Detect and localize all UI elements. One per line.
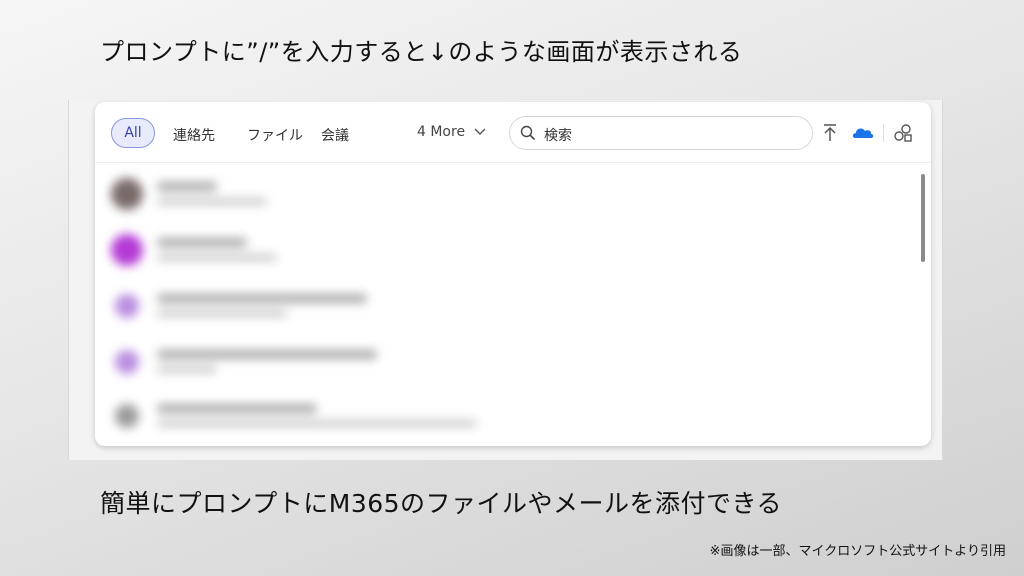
blurred-title [157,350,377,359]
scrollbar-thumb[interactable] [921,174,925,262]
upload-icon[interactable] [819,122,841,144]
filter-tab-files[interactable]: ファイル [247,125,303,145]
filter-bar: All 連絡先 ファイル 会議 4 More 検索 [95,102,931,163]
list-item[interactable] [107,340,867,386]
results-list [95,164,931,446]
avatar [111,234,143,266]
chevron-down-icon [474,128,486,135]
filter-chip-all[interactable]: All [111,118,155,148]
blurred-subtitle [157,198,267,205]
blurred-title [157,404,317,413]
slide-subline: 簡単にプロンプトにM365のファイルやメールを添付できる [100,489,783,518]
list-item[interactable] [107,394,867,440]
filter-tab-contacts[interactable]: 連絡先 [173,125,215,145]
avatar [115,350,139,374]
more-filters-button[interactable]: 4 More [417,124,486,140]
blurred-subtitle [157,366,217,373]
link-sharing-icon[interactable] [892,122,914,144]
slide-headline: プロンプトに”/”を入力すると↓のような画面が表示される [100,38,743,66]
blurred-title [157,238,247,247]
screenshot-frame: All 連絡先 ファイル 会議 4 More 検索 [68,100,943,460]
list-item[interactable] [107,172,867,218]
blurred-title [157,182,217,191]
toolbar-divider [883,124,884,142]
avatar [115,404,139,428]
search-input[interactable]: 検索 [509,116,813,150]
avatar [111,178,143,210]
source-credit: ※画像は一部、マイクロソフト公式サイトより引用 [709,544,1006,559]
blurred-subtitle [157,254,277,261]
list-item[interactable] [107,284,867,330]
list-item[interactable] [107,228,867,274]
blurred-subtitle [157,420,477,427]
search-icon [520,125,536,141]
onedrive-cloud-icon[interactable] [851,122,875,144]
filter-tab-meetings[interactable]: 会議 [321,125,349,145]
avatar [115,294,139,318]
search-placeholder: 検索 [544,128,572,144]
more-filters-label: 4 More [417,124,466,140]
blurred-subtitle [157,310,287,317]
attachment-picker-panel: All 連絡先 ファイル 会議 4 More 検索 [95,102,931,446]
blurred-title [157,294,367,303]
